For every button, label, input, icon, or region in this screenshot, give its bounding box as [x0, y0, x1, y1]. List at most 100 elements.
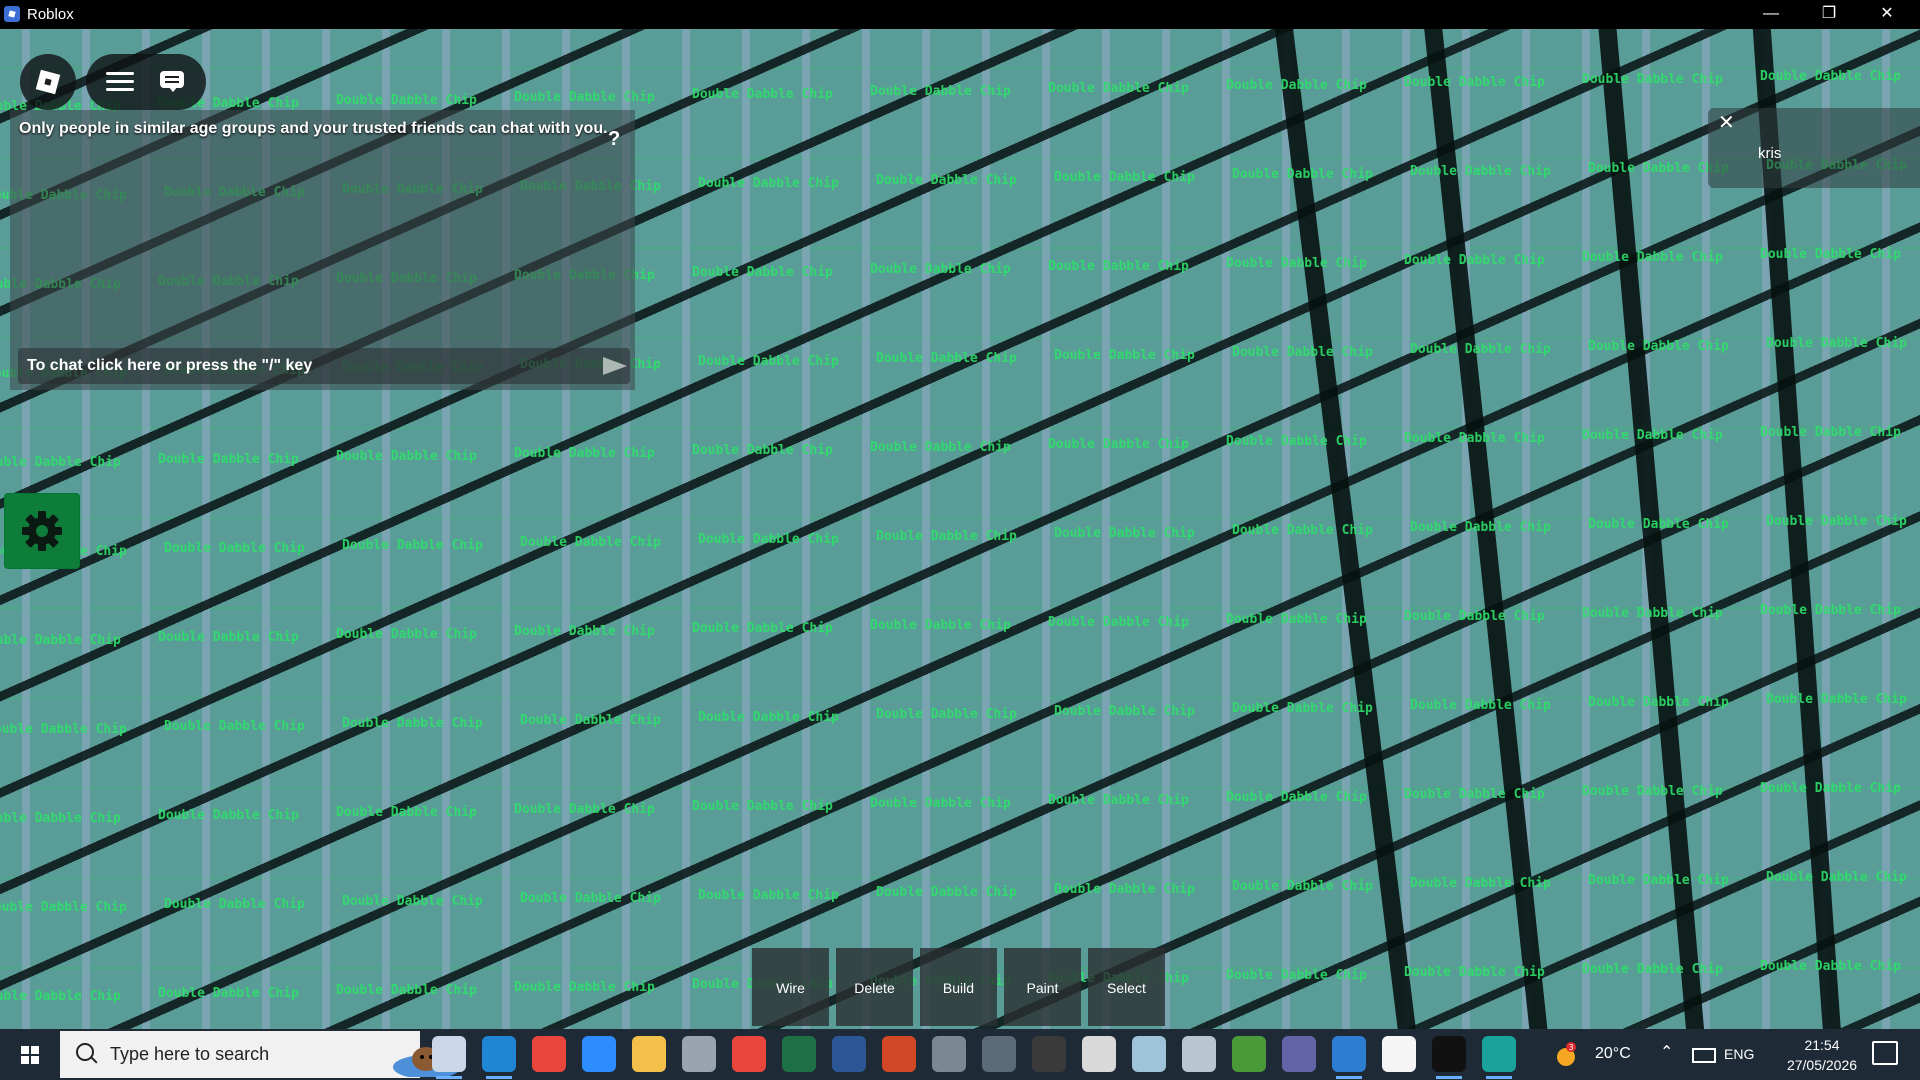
chip-label: Double Dabble Chip: [520, 891, 661, 906]
gecko-app-icon[interactable]: [1232, 1036, 1266, 1072]
chip-label: Double Dabble Chip: [692, 443, 833, 458]
chip-label: Double Dabble Chip: [1588, 517, 1729, 532]
chip-label: Double Dabble Chip: [698, 532, 839, 547]
chip-label: Double Dabble Chip: [1226, 612, 1367, 627]
blank-file-icon[interactable]: [1382, 1036, 1416, 1072]
chip-label: Double Dabble Chip: [1588, 339, 1729, 354]
chip-label: Double Dabble Chip: [164, 541, 305, 556]
clock[interactable]: 21:54 27/05/2026: [1772, 1035, 1872, 1075]
settings-button[interactable]: [4, 493, 80, 569]
chip-label: Double Dabble Chip: [1760, 69, 1901, 84]
send-icon[interactable]: [603, 357, 627, 375]
close-window-button[interactable]: ✕: [1858, 0, 1916, 29]
chip-label: Double Dabble Chip: [1232, 523, 1373, 538]
restore-button[interactable]: ❐: [1800, 0, 1858, 29]
chat-info-icon[interactable]: ?: [608, 128, 620, 151]
file-explorer-icon[interactable]: [632, 1036, 666, 1072]
chip-label: Double Dabble Chip: [1232, 345, 1373, 360]
tool-wire[interactable]: Wire: [752, 948, 829, 1026]
chip-label: Double Dabble Chip: [1404, 253, 1545, 268]
chip-label: Double Dabble Chip: [342, 894, 483, 909]
chip-label: Double Dabble Chip: [1766, 336, 1907, 351]
vscode-icon[interactable]: [1332, 1036, 1366, 1079]
edge-icon[interactable]: [482, 1036, 516, 1079]
chip-label: Double Dabble Chip: [1760, 425, 1901, 440]
chevron-up-icon[interactable]: ⌃: [1660, 1042, 1673, 1062]
word-icon[interactable]: [832, 1036, 866, 1072]
calculator-icon[interactable]: [982, 1036, 1016, 1072]
notifications-icon[interactable]: [1872, 1041, 1898, 1065]
chip-label: Double Dabble Chip: [336, 983, 477, 998]
close-icon[interactable]: ✕: [1718, 110, 1735, 135]
temperature[interactable]: 20°C: [1595, 1045, 1631, 1063]
chip-label: Double Dabble Chip: [692, 87, 833, 102]
chat-notice: Only people in similar age groups and yo…: [19, 120, 608, 137]
chrome-profile-icon[interactable]: [732, 1036, 766, 1072]
tool-select[interactable]: Select: [1088, 948, 1165, 1026]
chip-label: Double Dabble Chip: [1404, 431, 1545, 446]
paint-3d-icon[interactable]: [432, 1036, 466, 1079]
language-indicator[interactable]: ENG: [1724, 1046, 1754, 1062]
gear-icon: [22, 511, 62, 551]
snipping-tool-icon[interactable]: [1082, 1036, 1116, 1072]
chip-label: Double Dabble Chip: [1410, 342, 1551, 357]
tool-delete[interactable]: Delete: [836, 948, 913, 1026]
chip-label: Double Dabble Chip: [1232, 701, 1373, 716]
window-titlebar: Roblox — ❐ ✕: [0, 0, 1920, 29]
chip-label: Double Dabble Chip: [336, 449, 477, 464]
chip-label: Double Dabble Chip: [1048, 259, 1189, 274]
chip-label: Double Dabble Chip: [158, 452, 299, 467]
excel-icon[interactable]: [782, 1036, 816, 1072]
chip-label: Double Dabble Chip: [1404, 965, 1545, 980]
svg-text:3: 3: [1568, 1043, 1573, 1052]
chat-input-placeholder: To chat click here or press the "/" key: [27, 357, 313, 374]
minimize-button[interactable]: —: [1742, 0, 1800, 29]
powerpoint-icon[interactable]: [882, 1036, 916, 1072]
tool-build[interactable]: Build: [920, 948, 997, 1026]
chip-label: Double Dabble Chip: [1226, 78, 1367, 93]
weather-icon[interactable]: 3: [1552, 1041, 1580, 1069]
chip-label: Double Dabble Chip: [1760, 959, 1901, 974]
mouse-app-icon[interactable]: [932, 1036, 966, 1072]
chip-label: Double Dabble Chip: [1410, 876, 1551, 891]
chip-label: Double Dabble Chip: [1048, 793, 1189, 808]
chip-label: Double Dabble Chip: [164, 719, 305, 734]
chip-label: Double Dabble Chip: [514, 624, 655, 639]
edge-classic-icon[interactable]: [1482, 1036, 1516, 1079]
chip-label: Double Dabble Chip: [876, 529, 1017, 544]
photos-icon[interactable]: [1182, 1036, 1216, 1072]
obs-icon[interactable]: [1032, 1036, 1066, 1072]
chip-label: Double Dabble Chip: [1048, 437, 1189, 452]
chip-label: Double Dabble Chip: [1226, 434, 1367, 449]
chip-label: Double Dabble Chip: [698, 176, 839, 191]
chip-label: Double Dabble Chip: [1410, 520, 1551, 535]
microphone-app-icon[interactable]: [682, 1036, 716, 1072]
chat-input[interactable]: To chat click here or press the "/" key: [18, 348, 630, 384]
chip-label: Double Dabble Chip: [1054, 348, 1195, 363]
windows-taskbar: Type here to search 3 20°C ⌃ ENG 21:54 2…: [0, 1029, 1920, 1080]
player-name[interactable]: kris: [1758, 145, 1781, 162]
chip-label: Double Dabble Chip: [1588, 873, 1729, 888]
chat-toggle-icon[interactable]: [160, 71, 184, 93]
window-title: Roblox: [27, 6, 74, 23]
chip-label: Double Dabble Chip: [1410, 164, 1551, 179]
chat-window: Only people in similar age groups and yo…: [10, 110, 635, 390]
chip-label: Double Dabble Chip: [876, 173, 1017, 188]
battery-icon[interactable]: [1692, 1048, 1716, 1063]
teams-icon[interactable]: [1282, 1036, 1316, 1072]
taskbar-search[interactable]: Type here to search: [60, 1031, 461, 1078]
chip-label: Double Dabble Chip: [1582, 784, 1723, 799]
roblox-menu-button[interactable]: [20, 54, 76, 110]
chip-label: Double Dabble Chip: [870, 84, 1011, 99]
chip-label: Double Dabble Chip: [1232, 167, 1373, 182]
tool-paint[interactable]: Paint: [1004, 948, 1081, 1026]
chip-label: Double Dabble Chip: [0, 989, 121, 1004]
folder-app-icon[interactable]: [1132, 1036, 1166, 1072]
chip-label: Double Dabble Chip: [876, 351, 1017, 366]
chrome-icon[interactable]: [532, 1036, 566, 1072]
zoom-icon[interactable]: [582, 1036, 616, 1072]
roblox-icon[interactable]: [1432, 1036, 1466, 1079]
hamburger-menu-icon[interactable]: [106, 72, 134, 92]
chip-label: Double Dabble Chip: [698, 710, 839, 725]
start-button[interactable]: [0, 1029, 60, 1080]
